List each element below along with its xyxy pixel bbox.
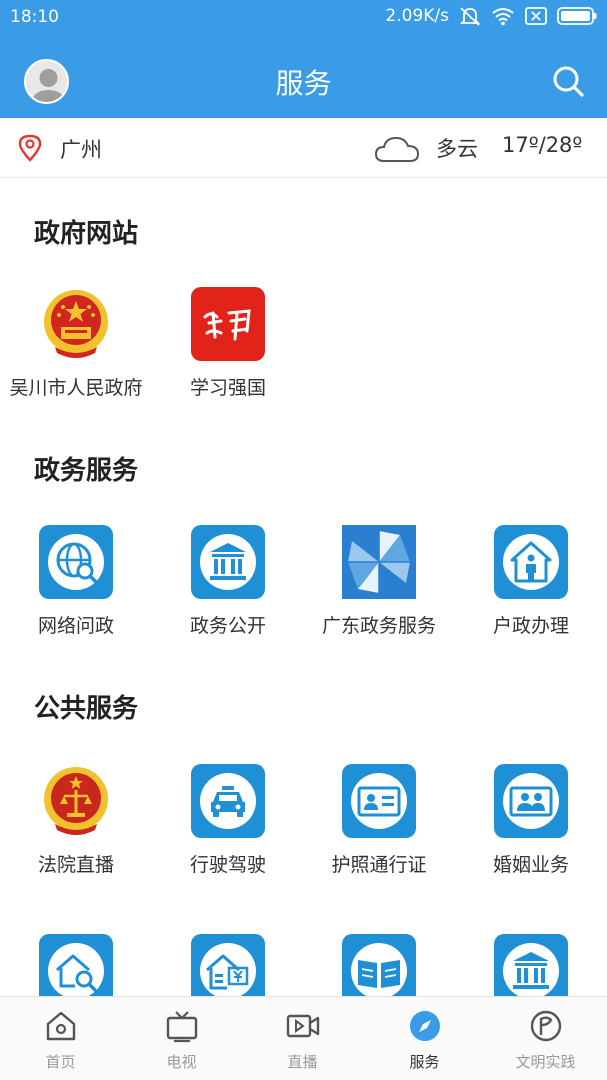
service-label: 网络问政 (37, 615, 114, 637)
service-item-online-inquiry[interactable]: 网络问政 (0, 525, 152, 638)
nav-label: 服务 (409, 1053, 440, 1071)
service-label: 广东政务服务 (321, 615, 436, 637)
nav-label: 电视 (166, 1053, 197, 1071)
nav-label: 直播 (287, 1053, 318, 1071)
service-item-government-affairs-disclosure[interactable]: 政务公开 (152, 525, 304, 638)
location-weather-bar: 广州 多云 17º/28º (0, 118, 607, 178)
weather-condition: 多云 (436, 137, 478, 161)
temperature: 17º/28º (502, 133, 583, 157)
service-item-wuchuan-government[interactable]: 吴川市人民政府 (0, 287, 152, 400)
couple-icon (494, 764, 568, 838)
flag-circle-icon (530, 1010, 561, 1042)
service-label: 行驶驾驶 (189, 854, 266, 876)
search-button[interactable] (551, 64, 585, 98)
service-item-vehicle-driving[interactable]: 行驶驾驶 (152, 764, 304, 877)
service-item-guangdong-gov-services[interactable]: 广东政务服务 (303, 525, 455, 638)
service-label: 护照通行证 (331, 854, 427, 876)
nav-tab-services[interactable]: 服务 (364, 997, 485, 1080)
nav-tab-home[interactable]: 首页 (0, 997, 121, 1080)
status-bar: 18:10 2.09K/s (0, 0, 607, 36)
tv-icon (166, 1011, 197, 1043)
battery-icon (557, 7, 597, 25)
home-icon (46, 1011, 75, 1041)
service-label: 政务公开 (189, 615, 266, 637)
public-services-grid: 法院直播 行驶驾驶 护照通行证 婚姻业务 (0, 764, 607, 894)
national-emblem-icon (39, 287, 113, 361)
header: 服务 (0, 40, 607, 118)
id-card-icon (342, 764, 416, 838)
app-root: 18:10 2.09K/s 服务 广州 多云 17º/28º 政府网站 吴川市人… (0, 0, 607, 1080)
service-item-passport-permit[interactable]: 护照通行证 (303, 764, 455, 877)
section-title-government-services: 政务服务 (34, 456, 139, 486)
status-time: 18:10 (10, 7, 59, 27)
search-icon (553, 66, 584, 97)
nav-tab-civilization-practice[interactable]: 文明实践 (485, 997, 606, 1080)
section-title-public-services: 公共服务 (34, 694, 139, 724)
video-play-icon (286, 1014, 319, 1038)
pinwheel-icon (342, 525, 416, 599)
mute-icon (459, 6, 481, 26)
wifi-icon (491, 6, 515, 26)
city-name[interactable]: 广州 (60, 134, 102, 164)
service-label: 吴川市人民政府 (9, 377, 143, 399)
government-building-icon (191, 525, 265, 599)
compass-icon (409, 1011, 440, 1041)
bottom-navigation: 首页 电视 直播 服务 文明实践 (0, 996, 607, 1080)
network-speed: 2.09K/s (385, 6, 449, 26)
government-services-grid: 网络问政 政务公开 广东政务服务 户政办理 (0, 525, 607, 655)
no-sim-icon (525, 7, 547, 25)
status-right: 2.09K/s (385, 6, 597, 26)
nav-label: 文明实践 (515, 1053, 576, 1071)
page-title: 服务 (275, 67, 332, 100)
nav-tab-tv[interactable]: 电视 (121, 997, 242, 1080)
court-emblem-icon (39, 764, 113, 838)
location-pin-icon (18, 134, 42, 162)
section-title-government-sites: 政府网站 (34, 219, 139, 249)
house-person-icon (494, 525, 568, 599)
government-sites-grid: 吴川市人民政府 学习强国 (0, 287, 607, 417)
service-label: 学习强国 (189, 377, 266, 399)
service-item-court-live[interactable]: 法院直播 (0, 764, 152, 877)
nav-tab-live[interactable]: 直播 (242, 997, 363, 1080)
service-label: 法院直播 (37, 854, 114, 876)
xuexi-logo-icon (191, 287, 265, 361)
car-icon (191, 764, 265, 838)
service-label: 户政办理 (492, 615, 569, 637)
cloud-icon (374, 136, 420, 162)
service-item-xuexi-qiangguo[interactable]: 学习强国 (152, 287, 304, 400)
service-label: 婚姻业务 (492, 854, 569, 876)
service-item-marriage-services[interactable]: 婚姻业务 (455, 764, 607, 877)
nav-label: 首页 (45, 1053, 76, 1071)
service-item-household-registration[interactable]: 户政办理 (455, 525, 607, 638)
globe-search-icon (39, 525, 113, 599)
